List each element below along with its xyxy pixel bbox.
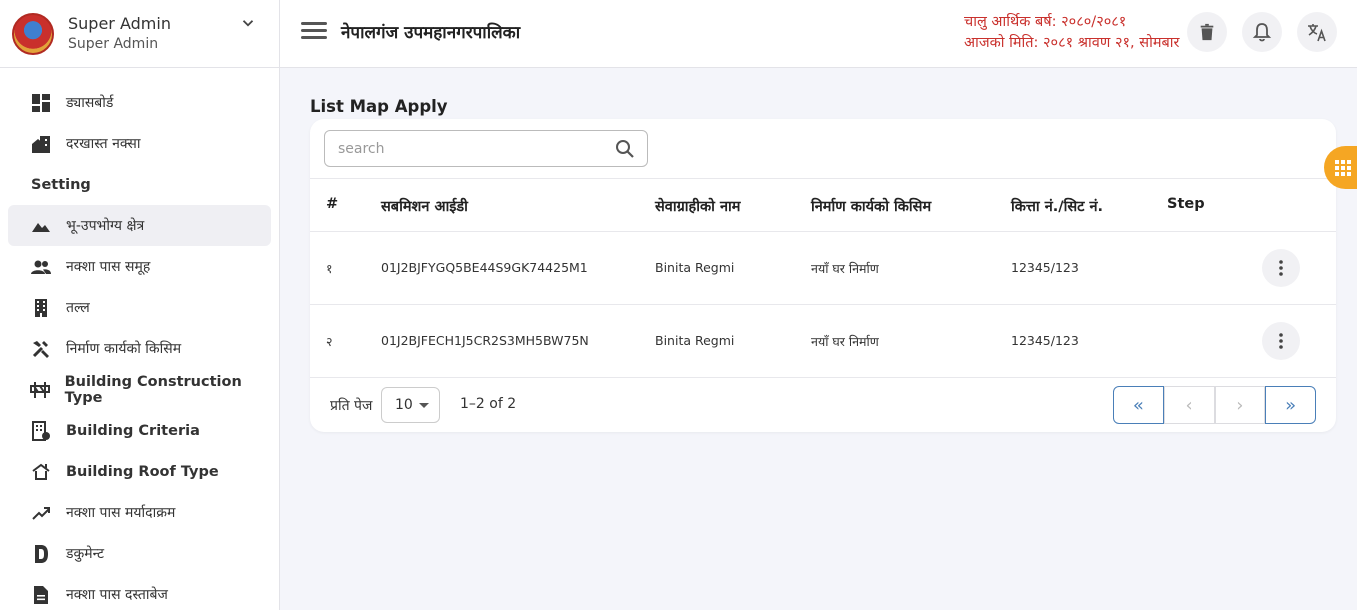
cell-number: २ xyxy=(326,334,333,349)
table-row[interactable]: २ 01J2BJFECH1J5CR2S3MH5BW75N Binita Regm… xyxy=(310,305,1336,378)
roofing-icon xyxy=(30,461,52,483)
sidebar: Super Admin Super Admin ड्यासबोर्ड दरखास… xyxy=(0,0,280,610)
next-page-button[interactable]: › xyxy=(1214,386,1266,424)
first-page-button[interactable]: « xyxy=(1113,386,1164,424)
sidebar-item-label: ड्यासबोर्ड xyxy=(66,95,114,111)
sidebar-item-label: दरखास्त नक्सा xyxy=(66,136,141,152)
sidebar-item-construction-work-type[interactable]: निर्माण कार्यको किसिम xyxy=(8,328,271,369)
sidebar-item-map-pass-documents[interactable]: नक्शा पास दस्ताबेज xyxy=(8,574,271,610)
sidebar-item-map-application[interactable]: दरखास्त नक्सा xyxy=(8,123,271,164)
fiscal-info: चालु आर्थिक बर्ष: २०८०/२०८१ आजको मिति: २… xyxy=(964,12,1179,54)
sidebar-item-building-construction-type[interactable]: Building Construction Type xyxy=(8,369,271,410)
trash-button[interactable] xyxy=(1187,12,1227,52)
more-vert-icon xyxy=(1279,333,1283,349)
description-icon xyxy=(30,584,52,606)
municipality-logo xyxy=(12,12,54,55)
profile-header[interactable]: Super Admin Super Admin xyxy=(0,0,279,68)
sidebar-item-building-criteria[interactable]: Building Criteria xyxy=(8,410,271,451)
pagination-controls: « ‹ › » xyxy=(1113,386,1316,424)
fiscal-year: चालु आर्थिक बर्ष: २०८०/२०८१ xyxy=(964,14,1127,30)
pagination-range: 1–2 of 2 xyxy=(460,396,517,412)
sidebar-item-label: भू-उपभोग्य क्षेत्र xyxy=(66,218,145,234)
previous-page-button[interactable]: ‹ xyxy=(1163,386,1215,424)
app-title: नेपालगंज उपमहानगरपालिका xyxy=(341,23,521,43)
page-title: List Map Apply xyxy=(310,97,448,116)
landscape-icon xyxy=(30,215,52,237)
today-date: आजको मिति: २०८१ श्रावण २१, सोमबार xyxy=(964,35,1180,51)
column-header-step[interactable]: Step xyxy=(1167,196,1205,212)
construction-icon xyxy=(30,338,52,360)
sidebar-item-label: Building Criteria xyxy=(66,422,200,439)
sidebar-item-label: नक्शा पास मर्यादाक्रम xyxy=(66,505,176,521)
column-header-number: # xyxy=(326,196,339,212)
sidebar-item-map-group[interactable]: नक्शा पास समूह xyxy=(8,246,271,287)
double-chevron-right-icon: » xyxy=(1285,394,1297,416)
cell-client-name: Binita Regmi xyxy=(655,333,735,348)
sidebar-item-document[interactable]: डकुमेन्ट xyxy=(8,533,271,574)
chevron-left-icon: ‹ xyxy=(1185,394,1193,416)
cell-number: १ xyxy=(326,261,333,276)
sidebar-item-label: नक्शा पास समूह xyxy=(66,259,151,275)
dashboard-icon xyxy=(30,92,52,114)
home-work-icon xyxy=(30,133,52,155)
document-icon xyxy=(30,543,52,565)
building-icon xyxy=(30,297,52,319)
sidebar-item-label: Building Construction Type xyxy=(64,373,242,406)
search-box xyxy=(324,130,648,167)
column-header-submission-id[interactable]: सबमिशन आईडी xyxy=(381,196,468,216)
translate-icon xyxy=(1308,24,1326,42)
cell-submission-id: 01J2BJFYGQ5BE44S9GK74425M1 xyxy=(381,260,588,275)
sidebar-section-setting: Setting xyxy=(31,176,91,193)
rows-per-page-select[interactable]: 10 xyxy=(381,387,440,423)
row-actions-button[interactable] xyxy=(1262,249,1300,287)
column-header-kitta[interactable]: कित्ता नं./सिट नं. xyxy=(1011,196,1103,216)
sidebar-item-map-pass-hierarchy[interactable]: नक्शा पास मर्यादाक्रम xyxy=(8,492,271,533)
cell-work-type: नयाँ घर निर्माण xyxy=(811,261,879,276)
sidebar-item-land-use-zone[interactable]: भू-उपभोग्य क्षेत्र xyxy=(8,205,271,246)
more-vert-icon xyxy=(1279,260,1283,276)
rows-per-page-label: प्रति पेज xyxy=(330,398,373,414)
notifications-button[interactable] xyxy=(1242,12,1282,52)
column-header-client-name[interactable]: सेवाग्राहीको नाम xyxy=(655,196,740,216)
cell-submission-id: 01J2BJFECH1J5CR2S3MH5BW75N xyxy=(381,333,589,348)
sidebar-item-label: नक्शा पास दस्ताबेज xyxy=(66,587,168,603)
cell-kitta: 12345/123 xyxy=(1011,260,1079,275)
cell-client-name: Binita Regmi xyxy=(655,260,735,275)
chevron-right-icon: › xyxy=(1236,394,1244,416)
grid-icon xyxy=(1335,159,1351,176)
sidebar-item-label: निर्माण कार्यको किसिम xyxy=(66,341,182,357)
search-icon[interactable] xyxy=(615,139,635,159)
rows-per-page-value: 10 xyxy=(395,397,413,413)
table-row[interactable]: १ 01J2BJFYGQ5BE44S9GK74425M1 Binita Regm… xyxy=(310,232,1336,305)
chevron-down-icon[interactable] xyxy=(239,14,257,32)
profile-name: Super Admin xyxy=(68,13,171,33)
bell-icon xyxy=(1252,23,1272,42)
sidebar-item-label: डकुमेन्ट xyxy=(66,546,105,562)
cell-kitta: 12345/123 xyxy=(1011,333,1079,348)
search-input[interactable] xyxy=(325,131,595,166)
applications-card: # सबमिशन आईडी सेवाग्राहीको नाम निर्माण क… xyxy=(310,119,1336,432)
profile-role: Super Admin xyxy=(68,35,159,52)
domain-icon xyxy=(30,420,52,442)
roadblock-icon xyxy=(30,379,51,401)
menu-icon[interactable] xyxy=(301,22,327,42)
row-actions-button[interactable] xyxy=(1262,322,1300,360)
column-header-work-type[interactable]: निर्माण कार्यको किसिम xyxy=(811,196,931,216)
sidebar-item-floor[interactable]: तल्ल xyxy=(8,287,271,328)
sidebar-menu: ड्यासबोर्ड दरखास्त नक्सा Setting भू-उपभो… xyxy=(0,68,279,610)
sidebar-item-label: तल्ल xyxy=(66,300,90,316)
sidebar-item-dashboard[interactable]: ड्यासबोर्ड xyxy=(8,82,271,123)
caret-down-icon xyxy=(419,403,429,408)
trash-icon xyxy=(1200,23,1214,41)
sidebar-item-label: Building Roof Type xyxy=(66,463,219,480)
last-page-button[interactable]: » xyxy=(1265,386,1316,424)
double-chevron-left-icon: « xyxy=(1132,394,1144,416)
language-button[interactable] xyxy=(1297,12,1337,52)
top-header: नेपालगंज उपमहानगरपालिका चालु आर्थिक बर्ष… xyxy=(280,0,1357,68)
trending-up-icon xyxy=(30,502,52,524)
people-icon xyxy=(30,256,52,278)
cell-work-type: नयाँ घर निर्माण xyxy=(811,334,879,349)
sidebar-item-building-roof-type[interactable]: Building Roof Type xyxy=(8,451,271,492)
table-header: # सबमिशन आईडी सेवाग्राहीको नाम निर्माण क… xyxy=(310,178,1336,232)
